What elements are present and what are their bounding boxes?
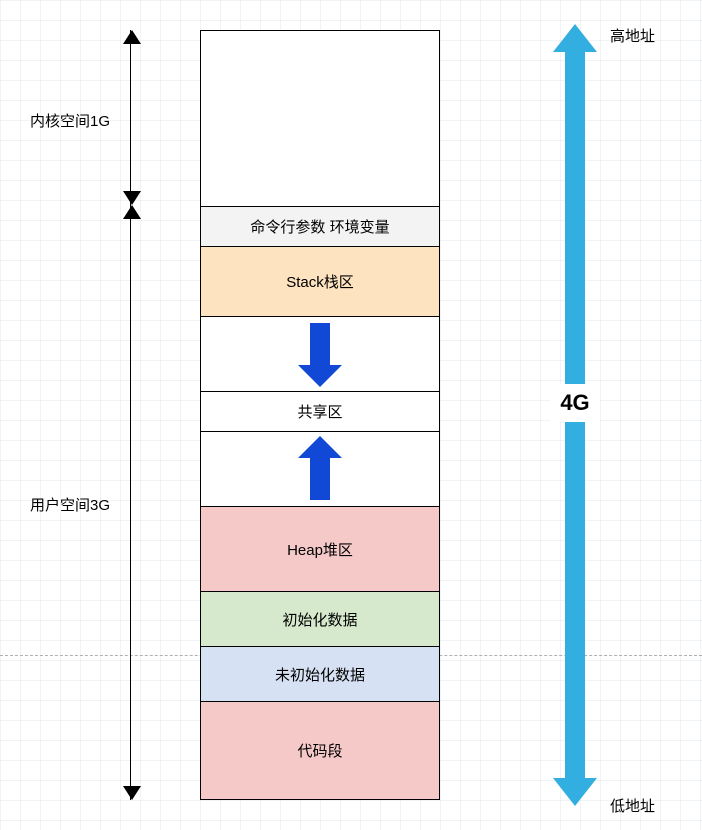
bracket-user: [130, 205, 150, 800]
label-user-space: 用户空间3G: [20, 494, 120, 515]
arrow-heap-grows-up-icon: [310, 458, 330, 500]
label-low-address: 低地址: [610, 795, 655, 816]
segment-uninit-data: 未初始化数据: [201, 646, 439, 701]
segment-kernel: [201, 31, 439, 206]
segment-heap: Heap堆区: [201, 506, 439, 591]
segment-shared: 共享区: [201, 391, 439, 431]
arrowhead-up-icon: [123, 30, 141, 44]
arrowhead-up-icon: [123, 205, 141, 219]
stack-growth-gap: [201, 316, 439, 391]
diagram-canvas: 内核空间1G 用户空间3G 命令行参数 环境变量 Stack栈区 共享区 Hea…: [0, 0, 702, 830]
memory-layout-column: 命令行参数 环境变量 Stack栈区 共享区 Heap堆区 初始化数据 未初始化…: [200, 30, 440, 800]
label-high-address: 高地址: [610, 25, 655, 46]
address-range-size: 4G: [550, 384, 600, 422]
segment-cmdline-env: 命令行参数 环境变量: [201, 206, 439, 246]
arrow-stack-grows-down-icon: [310, 323, 330, 365]
heap-growth-gap: [201, 431, 439, 506]
segment-stack: Stack栈区: [201, 246, 439, 316]
segment-code: 代码段: [201, 701, 439, 799]
segment-init-data: 初始化数据: [201, 591, 439, 646]
arrowhead-down-icon: [123, 191, 141, 205]
bracket-kernel: [130, 30, 150, 205]
arrowhead-down-icon: [123, 786, 141, 800]
label-kernel-space: 内核空间1G: [20, 110, 120, 131]
